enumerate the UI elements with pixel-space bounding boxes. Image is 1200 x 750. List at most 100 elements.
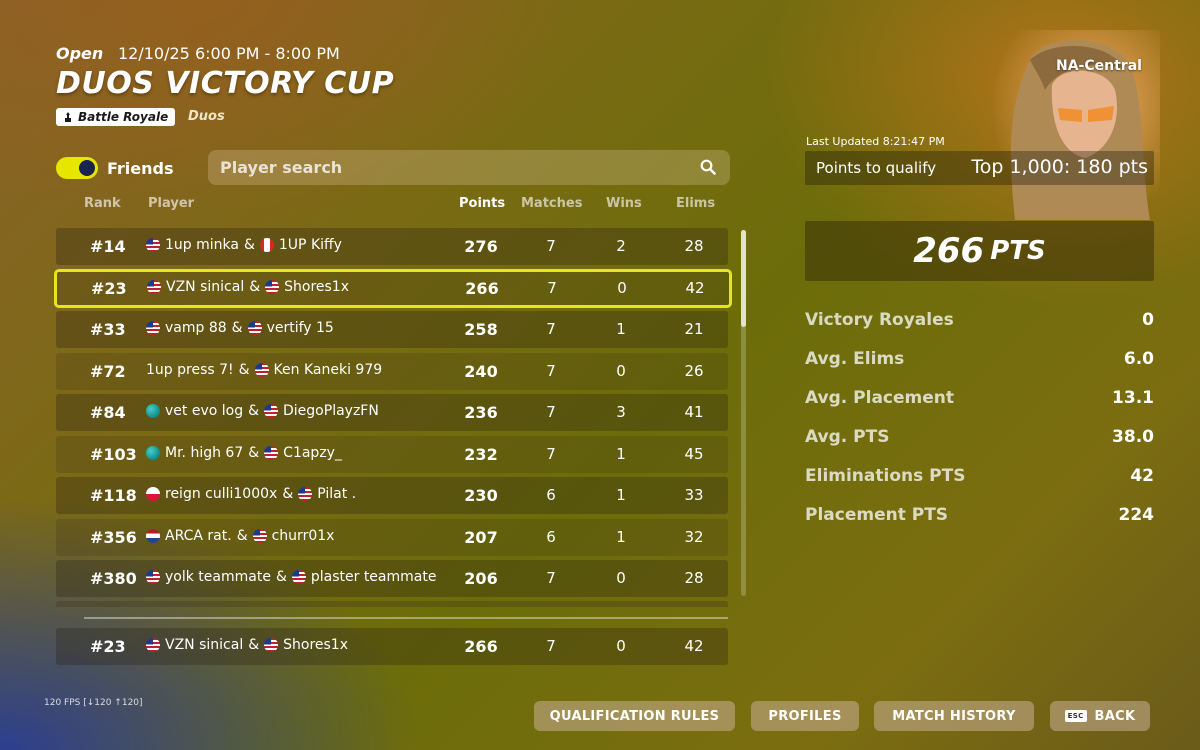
player-cell: 1up press 7! & Ken Kaneki 979 xyxy=(146,362,382,378)
ampersand: & xyxy=(236,527,248,544)
my-team-row[interactable]: #23 VZN sinical & Shores1x 266 7 0 42 xyxy=(56,628,728,665)
wins-cell: 0 xyxy=(616,637,626,655)
search-placeholder: Player search xyxy=(220,158,343,177)
column-header-elims[interactable]: Elims xyxy=(676,196,715,211)
flag-us-icon xyxy=(265,279,280,294)
player-name: vet evo log xyxy=(165,403,244,419)
player-name: 1UP Kiffy xyxy=(278,237,342,253)
flag-us-icon xyxy=(254,362,269,377)
matches-cell: 7 xyxy=(546,320,556,338)
wins-cell: 1 xyxy=(616,320,626,338)
elims-cell: 32 xyxy=(684,527,704,546)
friends-toggle[interactable] xyxy=(56,157,98,179)
column-header-points[interactable]: Points xyxy=(459,196,505,211)
player-cell: vet evo log & DiegoPlayzFN xyxy=(146,403,379,419)
flag-globe-icon xyxy=(146,445,160,460)
points-cell: 206 xyxy=(464,569,498,588)
friends-label: Friends xyxy=(107,159,174,178)
search-icon[interactable] xyxy=(700,159,716,175)
player-name: churr01x xyxy=(271,527,335,544)
flag-ca-icon xyxy=(259,238,274,252)
player-name: DiegoPlayzFN xyxy=(283,403,379,419)
qualification-rules-button[interactable]: QUALIFICATION RULES xyxy=(534,701,735,731)
total-points-unit: PTS xyxy=(990,236,1046,266)
ampersand: & xyxy=(249,278,261,295)
flag-us-icon xyxy=(298,487,313,501)
leaderboard-row-partial xyxy=(56,601,728,607)
flag-us-icon xyxy=(264,638,279,652)
matches-cell: 7 xyxy=(547,278,557,297)
elims-cell: 26 xyxy=(684,361,704,380)
leaderboard-row[interactable]: #84 vet evo log & DiegoPlayzFN 236 7 3 41 xyxy=(56,394,728,431)
player-name: vertify 15 xyxy=(266,320,334,336)
column-header-matches[interactable]: Matches xyxy=(521,196,582,211)
leaderboard-scrollbar[interactable] xyxy=(741,230,746,596)
ampersand: & xyxy=(243,237,255,253)
column-header-wins[interactable]: Wins xyxy=(606,196,642,211)
player-name: plaster teammate xyxy=(310,569,437,585)
player-name: reign culli1000x xyxy=(165,486,278,502)
rank-cell: #33 xyxy=(90,320,126,339)
leaderboard-row[interactable]: #33 vamp 88 & vertify 15 258 7 1 21 xyxy=(56,311,728,348)
event-datetime: 12/10/25 6:00 PM - 8:00 PM xyxy=(118,44,340,63)
player-name: VZN sinical xyxy=(165,637,244,653)
back-button[interactable]: ESC BACK xyxy=(1050,701,1150,731)
elims-cell: 41 xyxy=(684,403,704,421)
fps-counter: 120 FPS [↓120 ↑120] xyxy=(44,698,143,708)
matches-cell: 7 xyxy=(546,444,556,463)
flag-us-icon xyxy=(264,404,279,418)
total-points-value: 266 xyxy=(913,231,985,271)
flag-us-icon xyxy=(264,445,279,460)
rank-cell: #118 xyxy=(90,486,137,505)
stat-label: Avg. Elims xyxy=(805,349,905,369)
stat-label: Eliminations PTS xyxy=(805,466,966,486)
stat-label: Placement PTS xyxy=(805,505,949,525)
region-label: NA-Central xyxy=(1056,58,1142,74)
player-cell: Mr. high 67 & C1apzy_ xyxy=(146,445,342,461)
matches-cell: 7 xyxy=(546,403,556,421)
rank-cell: #380 xyxy=(90,569,137,588)
points-cell: 266 xyxy=(465,278,499,298)
toggle-knob xyxy=(79,160,95,176)
match-history-button[interactable]: MATCH HISTORY xyxy=(874,701,1034,731)
rank-cell: #103 xyxy=(90,444,137,464)
stat-label: Avg. Placement xyxy=(805,388,955,408)
matches-cell: 7 xyxy=(546,569,556,587)
matches-cell: 6 xyxy=(546,486,556,504)
event-status: Open xyxy=(56,44,104,63)
wins-cell: 0 xyxy=(617,278,627,297)
scrollbar-thumb[interactable] xyxy=(741,230,746,327)
player-search-input[interactable]: Player search xyxy=(208,150,730,185)
leaderboard-row[interactable]: #380 yolk teammate & plaster teammate 206 7 0 2… xyxy=(56,560,728,597)
ampersand: & xyxy=(231,320,243,336)
player-name: Pilat . xyxy=(317,486,357,502)
total-points-box: 266 PTS xyxy=(805,221,1154,281)
profiles-button[interactable]: PROFILES xyxy=(751,701,859,731)
leaderboard-row[interactable]: #103 Mr. high 67 & C1apzy_ 232 7 1 45 xyxy=(56,435,728,473)
leaderboard-row[interactable]: #356 ARCA rat. & churr01x 207 6 1 32 xyxy=(56,518,728,556)
ampersand: & xyxy=(282,486,294,502)
column-header-player: Player xyxy=(148,196,195,211)
elims-cell: 28 xyxy=(684,237,704,255)
wins-cell: 0 xyxy=(616,361,626,380)
points-cell: 207 xyxy=(464,527,498,547)
points-cell: 230 xyxy=(464,486,498,505)
points-cell: 232 xyxy=(464,444,498,464)
player-cell: ARCA rat. & churr01x xyxy=(146,528,334,544)
esc-key-icon: ESC xyxy=(1064,710,1087,722)
leaderboard-row[interactable]: #14 1up minka & 1UP Kiffy 276 7 2 28 xyxy=(56,228,728,265)
flag-us-icon xyxy=(147,279,161,294)
leaderboard-row[interactable]: #72 1up press 7! & Ken Kaneki 979 240 7 0 26 xyxy=(56,352,728,390)
ampersand: & xyxy=(248,444,260,461)
player-name: Ken Kaneki 979 xyxy=(273,361,383,378)
rank-cell: #72 xyxy=(90,361,126,381)
elims-cell: 33 xyxy=(684,486,704,504)
matches-cell: 7 xyxy=(546,637,556,655)
stat-value: 6.0 xyxy=(1123,349,1154,369)
leaderboard-row[interactable]: #118 reign culli1000x & Pilat . 230 6 1 33 xyxy=(56,477,728,514)
flag-us-icon xyxy=(146,570,160,584)
player-name: yolk teammate xyxy=(165,569,271,585)
leaderboard-row[interactable]: #23 VZN sinical & Shores1x 266 7 0 42 xyxy=(54,268,732,308)
player-cell: reign culli1000x & Pilat . xyxy=(146,486,356,502)
qualify-label: Points to qualify xyxy=(816,159,937,177)
